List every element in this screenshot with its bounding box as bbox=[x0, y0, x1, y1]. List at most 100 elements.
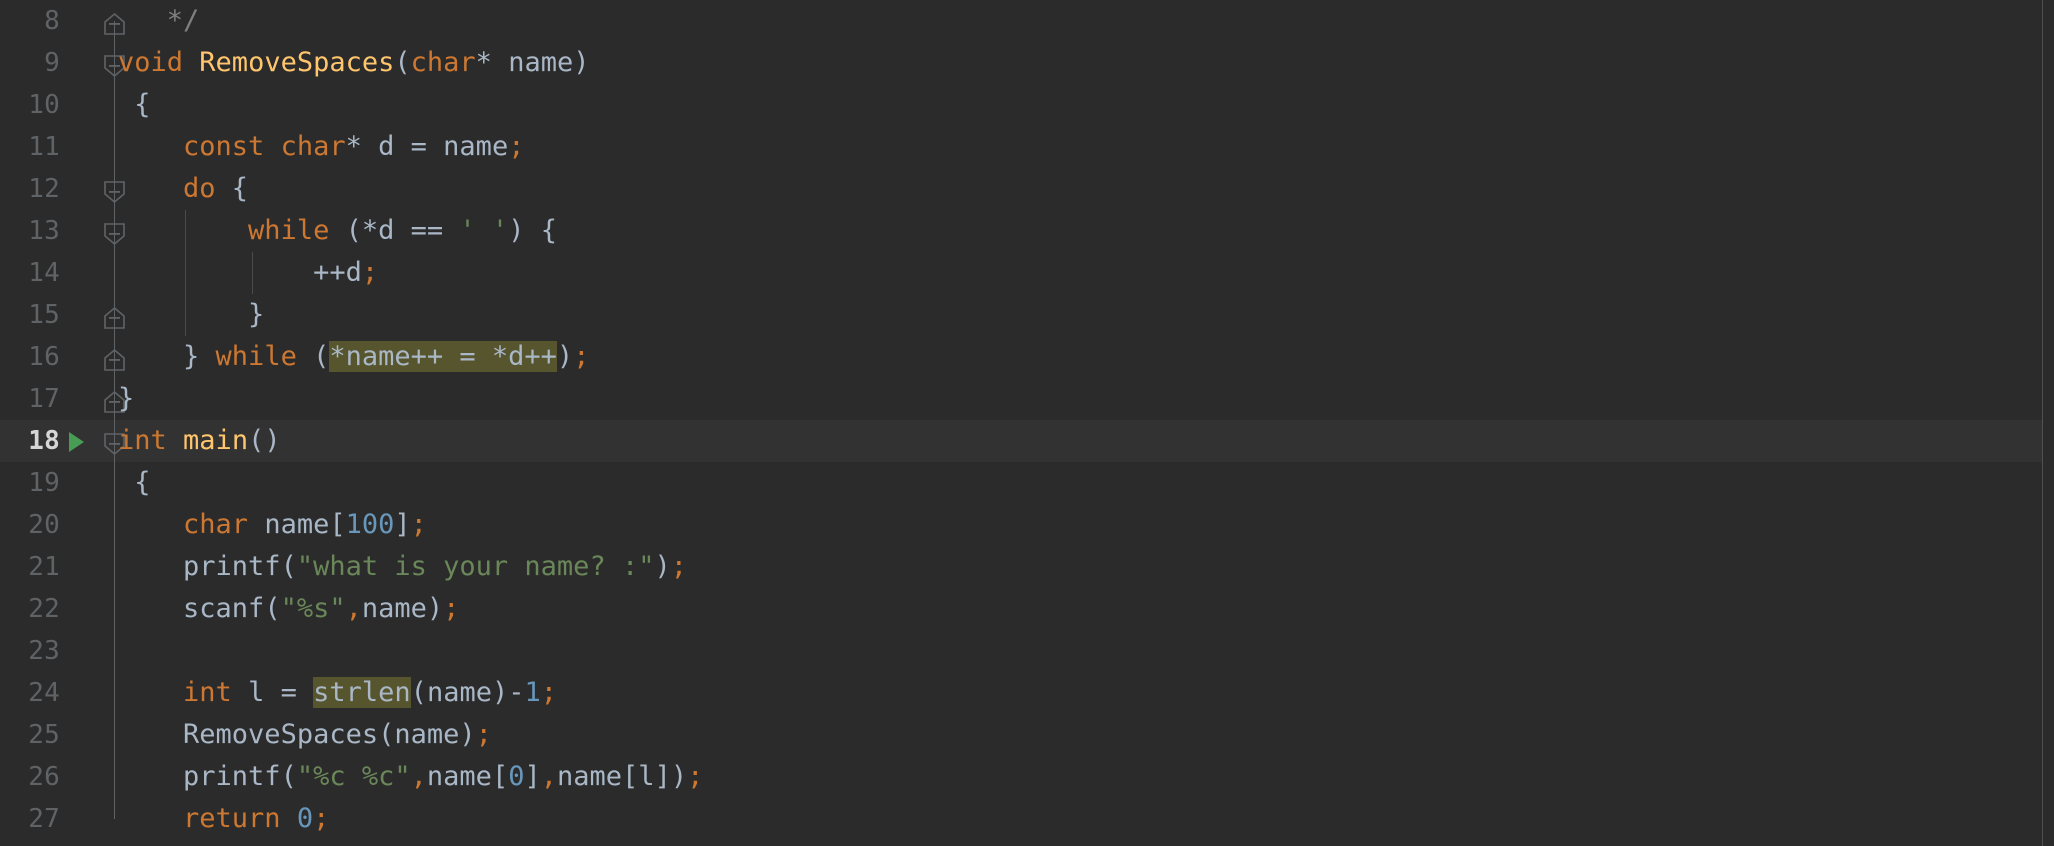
line-number[interactable]: 13 bbox=[0, 210, 60, 252]
code-line[interactable]: 14 ++d; bbox=[0, 252, 2054, 294]
code-token-kw: char bbox=[280, 131, 346, 162]
code-token-str: "%s" bbox=[280, 593, 346, 624]
code-text[interactable]: } bbox=[118, 378, 134, 420]
code-text[interactable]: const char* d = name; bbox=[118, 126, 524, 168]
code-line[interactable]: 17} bbox=[0, 378, 2054, 420]
code-token-pn: ) bbox=[426, 593, 444, 624]
fold-gutter[interactable] bbox=[100, 630, 132, 672]
code-token-pn: * bbox=[475, 47, 509, 78]
run-play-icon[interactable] bbox=[60, 420, 96, 462]
code-token-pn: == bbox=[394, 215, 460, 246]
line-number[interactable]: 10 bbox=[0, 84, 60, 126]
code-line[interactable]: 20 char name[100]; bbox=[0, 504, 2054, 546]
code-token-pn: = bbox=[394, 131, 444, 162]
code-token-kw: char bbox=[410, 47, 476, 78]
line-number[interactable]: 12 bbox=[0, 168, 60, 210]
code-line[interactable]: 19 { bbox=[0, 462, 2054, 504]
code-token-kw: int bbox=[118, 425, 167, 456]
line-number[interactable]: 20 bbox=[0, 504, 60, 546]
line-number[interactable]: 21 bbox=[0, 546, 60, 588]
code-text[interactable]: while (*d == ' ') { bbox=[118, 210, 557, 252]
code-line[interactable]: 9 void RemoveSpaces(char* name) bbox=[0, 42, 2054, 84]
line-number[interactable]: 25 bbox=[0, 714, 60, 756]
code-text[interactable]: ++d; bbox=[118, 252, 378, 294]
line-number[interactable]: 8 bbox=[0, 0, 60, 42]
code-token-pn: ( bbox=[280, 761, 297, 792]
fold-connector-line bbox=[114, 126, 115, 168]
code-text[interactable]: scanf("%s",name); bbox=[118, 588, 459, 630]
code-line[interactable]: 25 RemoveSpaces(name); bbox=[0, 714, 2054, 756]
code-token-pn bbox=[232, 677, 248, 708]
code-token-semi: , bbox=[345, 593, 362, 624]
code-editor[interactable]: 8 */9 void RemoveSpaces(char* name) 10 {11… bbox=[0, 0, 2054, 846]
line-number[interactable]: 9 bbox=[0, 42, 60, 84]
code-token-pn: ] bbox=[654, 761, 671, 792]
code-text[interactable]: { bbox=[118, 84, 150, 126]
code-line[interactable]: 23 bbox=[0, 630, 2054, 672]
code-token-pn: () bbox=[248, 425, 281, 456]
line-number[interactable]: 16 bbox=[0, 336, 60, 378]
code-text[interactable]: printf("%c %c",name[0],name[l]); bbox=[118, 756, 703, 798]
code-token-pn: ( bbox=[296, 341, 330, 372]
code-text[interactable]: return 0; bbox=[118, 798, 329, 840]
code-token-id: name bbox=[426, 677, 492, 708]
code-line[interactable]: 22 scanf("%s",name); bbox=[0, 588, 2054, 630]
line-number[interactable]: 14 bbox=[0, 252, 60, 294]
code-line[interactable]: 24 int l = strlen(name)-1; bbox=[0, 672, 2054, 714]
line-number[interactable]: 11 bbox=[0, 126, 60, 168]
code-text[interactable]: RemoveSpaces(name); bbox=[118, 714, 492, 756]
code-token-id: l bbox=[248, 677, 265, 708]
code-token-pn bbox=[118, 215, 248, 246]
line-number[interactable]: 15 bbox=[0, 294, 60, 336]
code-text[interactable]: printf("what is your name? :"); bbox=[118, 546, 687, 588]
code-line[interactable]: 18 int main() bbox=[0, 420, 2054, 462]
code-token-pn: } bbox=[118, 341, 216, 372]
code-line[interactable]: 13 while (*d == ' ') { bbox=[0, 210, 2054, 252]
line-number[interactable]: 22 bbox=[0, 588, 60, 630]
code-token-num: 0 bbox=[508, 761, 525, 792]
code-line[interactable]: 27 return 0; bbox=[0, 798, 2054, 840]
code-line[interactable]: 12 do { bbox=[0, 168, 2054, 210]
code-token-id: scanf bbox=[183, 593, 265, 624]
code-line[interactable]: 11 const char* d = name; bbox=[0, 126, 2054, 168]
code-text[interactable]: } while (*name++ = *d++); bbox=[118, 336, 589, 378]
code-line[interactable]: 8 */ bbox=[0, 0, 2054, 42]
code-text[interactable]: { bbox=[118, 462, 150, 504]
code-line[interactable]: 15 } bbox=[0, 294, 2054, 336]
code-token-semi: ; bbox=[508, 131, 525, 162]
code-lines-container[interactable]: 8 */9 void RemoveSpaces(char* name) 10 {11… bbox=[0, 0, 2054, 840]
code-token-kw: do bbox=[183, 173, 216, 204]
vertical-scrollbar[interactable] bbox=[2043, 0, 2054, 846]
code-text[interactable]: do { bbox=[118, 168, 248, 210]
line-number[interactable]: 18 bbox=[0, 420, 60, 462]
code-line[interactable]: 26 printf("%c %c",name[0],name[l]); bbox=[0, 756, 2054, 798]
code-text[interactable]: int main() bbox=[118, 420, 281, 462]
code-line[interactable]: 16 } while (*name++ = *d++); bbox=[0, 336, 2054, 378]
code-text[interactable]: */ bbox=[118, 0, 200, 42]
code-token-pn: ) bbox=[654, 551, 671, 582]
code-text[interactable]: char name[100]; bbox=[118, 504, 427, 546]
code-token-pn bbox=[281, 803, 297, 834]
code-token-pn: ( bbox=[264, 593, 281, 624]
code-line[interactable]: 21 printf("what is your name? :"); bbox=[0, 546, 2054, 588]
code-text[interactable]: void RemoveSpaces(char* name) bbox=[118, 42, 589, 84]
code-token-pn: ( bbox=[280, 551, 297, 582]
line-number[interactable]: 27 bbox=[0, 798, 60, 840]
line-number[interactable]: 17 bbox=[0, 378, 60, 420]
line-number[interactable]: 19 bbox=[0, 462, 60, 504]
code-token-pn: ++ bbox=[118, 257, 346, 288]
code-text[interactable]: } bbox=[118, 294, 264, 336]
line-number[interactable]: 23 bbox=[0, 630, 60, 672]
code-line[interactable]: 10 { bbox=[0, 84, 2054, 126]
line-number[interactable]: 26 bbox=[0, 756, 60, 798]
code-token-pn: ( bbox=[410, 677, 427, 708]
code-token-pn: ) { bbox=[508, 215, 557, 246]
code-token-pn: [ bbox=[329, 509, 346, 540]
code-token-pn: ] bbox=[394, 509, 411, 540]
code-text[interactable]: int l = strlen(name)-1; bbox=[118, 672, 557, 714]
code-token-id: d bbox=[378, 131, 395, 162]
code-token-pn: ] bbox=[524, 761, 541, 792]
code-token-pn: ( bbox=[394, 47, 411, 78]
code-token-pn bbox=[118, 509, 183, 540]
line-number[interactable]: 24 bbox=[0, 672, 60, 714]
